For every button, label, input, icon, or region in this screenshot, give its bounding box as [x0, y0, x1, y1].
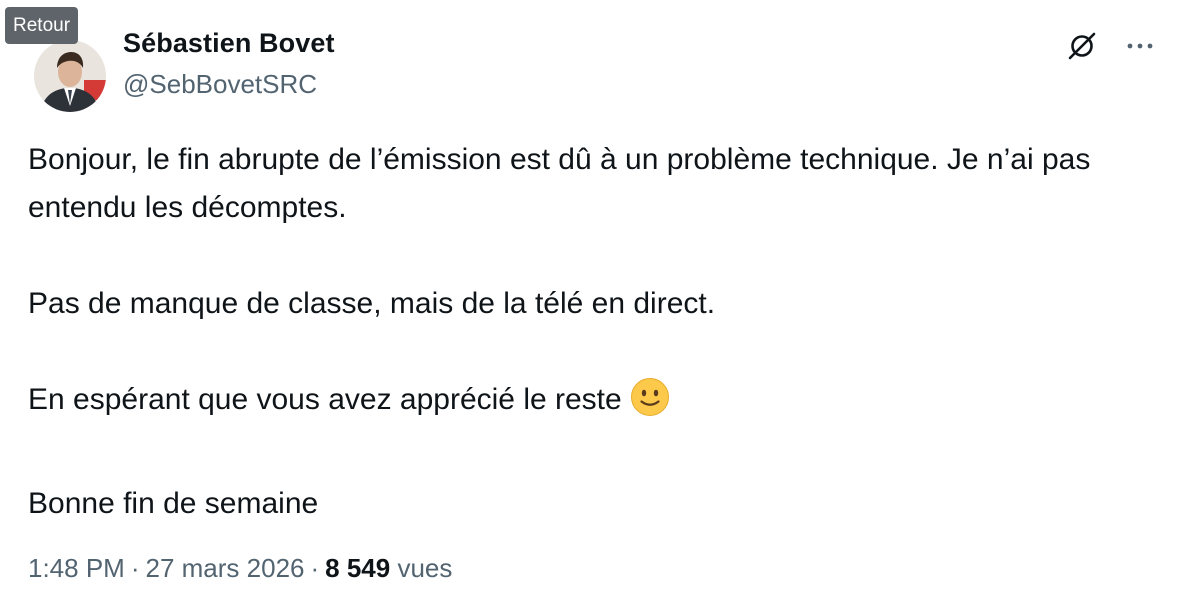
tweet-time[interactable]: 1:48 PM [28, 553, 125, 583]
back-tooltip: Retour [5, 7, 79, 44]
views-count: 8 549 [325, 553, 391, 583]
meta-separator: · [130, 553, 140, 583]
slightly-smiling-face-emoji [630, 377, 670, 432]
tweet-article: Retour Sébastien Bovet @SebBovetSRC Bonj… [0, 0, 1178, 616]
views-label: vues [397, 553, 453, 583]
author-handle[interactable]: @SebBovetSRC [123, 69, 317, 100]
tweet-meta: 1:48 PM · 27 mars 2026 · 8 549 vues [28, 553, 452, 584]
author-name[interactable]: Sébastien Bovet [123, 28, 335, 59]
more-button[interactable] [1120, 26, 1160, 66]
avatar[interactable] [34, 40, 106, 112]
avatar-image [34, 40, 106, 112]
grok-icon [1068, 32, 1096, 60]
tweet-date[interactable]: 27 mars 2026 [146, 553, 305, 583]
tweet-paragraph: Bonjour, le fin abrupte de l’émission es… [28, 143, 1091, 224]
meta-separator: · [310, 553, 320, 583]
tweet-text: Bonjour, le fin abrupte de l’émission es… [28, 136, 1148, 528]
tweet-paragraph: Pas de manque de classe, mais de la télé… [28, 287, 716, 320]
tweet-paragraph-with-emoji: En espérant que vous avez apprécié le re… [28, 376, 1148, 432]
tweet-paragraph: Bonne fin de semaine [28, 487, 319, 520]
grok-button[interactable] [1062, 26, 1102, 66]
tweet-paragraph-text: En espérant que vous avez apprécié le re… [28, 383, 622, 416]
more-horizontal-icon [1127, 43, 1153, 49]
